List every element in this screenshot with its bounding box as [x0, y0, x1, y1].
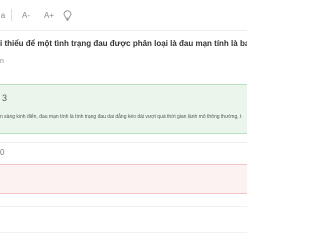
correct-answer-letter: 3 [2, 93, 8, 103]
question-sub-label: n [0, 58, 4, 65]
font-increase-button[interactable]: A+ [41, 7, 57, 23]
correct-answer-box [0, 84, 247, 134]
toolbar-partial-button[interactable]: a [0, 7, 8, 23]
toolbar-divider [11, 9, 12, 21]
row-divider [0, 206, 247, 207]
correct-answer-explanation: n sàng kinh điển, đau mạn tính là tình t… [0, 114, 242, 120]
font-decrease-button[interactable]: A- [18, 7, 34, 23]
option-divider [0, 142, 247, 143]
incorrect-answer-box[interactable] [0, 164, 247, 194]
question-text: i thiểu để một tình trạng đau được phân … [0, 39, 247, 48]
quiz-page: a A- A+ i thiểu để một tình trạng đau đư… [0, 0, 247, 247]
toolbar: a A- A+ [0, 0, 247, 31]
option-letter[interactable]: 0 [0, 148, 4, 157]
row-divider [0, 232, 247, 233]
lightbulb-icon[interactable] [60, 7, 74, 23]
lightbulb-icon-graphic [63, 9, 71, 21]
